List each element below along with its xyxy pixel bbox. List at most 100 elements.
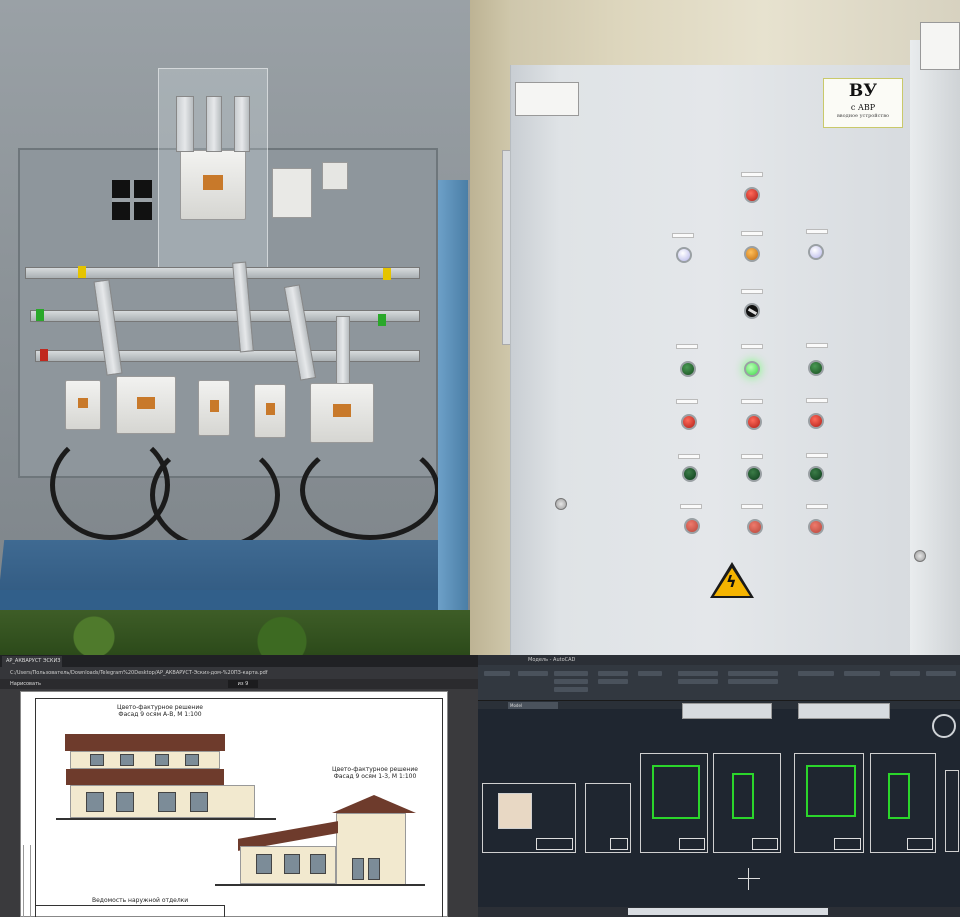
viewcube-icon[interactable]	[932, 714, 956, 738]
phase-marker	[40, 349, 48, 361]
ribbon-button[interactable]	[728, 679, 778, 684]
cad-ribbon	[478, 665, 960, 701]
ribbon-button[interactable]	[926, 671, 956, 676]
lamp-label	[741, 344, 763, 349]
finish-table-title: Ведомость наружной отделки	[92, 897, 189, 904]
circuit-breaker	[198, 380, 230, 436]
ribbon-button[interactable]	[728, 671, 778, 676]
browser-tab[interactable]: АР_АКВАРУСТ ЭСКИЗ ДОМА.pdf	[2, 656, 62, 667]
crosshair-cursor	[748, 868, 749, 890]
indicator-lamp-green	[808, 360, 824, 376]
ribbon-button[interactable]	[554, 679, 588, 684]
indicator-lamp-red	[808, 413, 824, 429]
crosshair-cursor	[738, 878, 760, 879]
stamp-border	[30, 845, 31, 917]
window	[256, 854, 272, 874]
lamp-label	[672, 233, 694, 238]
ribbon-button[interactable]	[598, 679, 628, 684]
closed-cabinet-photo: ВУ с АВР вводное устройство ϟ	[470, 0, 960, 655]
indicator-lamp-red	[681, 414, 697, 430]
indicator-lamp-white	[676, 247, 692, 263]
copper-strap	[336, 316, 350, 386]
circuit-breaker	[254, 384, 286, 438]
sheet-thumbnail	[498, 793, 532, 829]
ribbon-button[interactable]	[484, 671, 510, 676]
floating-palette[interactable]	[798, 703, 890, 719]
lamp-label	[806, 504, 828, 509]
ventilation-grille	[112, 180, 152, 220]
copper-strap	[234, 96, 250, 152]
ribbon-button[interactable]	[798, 671, 834, 676]
floor-plan	[732, 773, 754, 819]
pdf-toolbar: Нарисовать из 9	[0, 679, 478, 689]
ribbon-button[interactable]	[598, 671, 628, 676]
drawing-subtitle-1-text: Фасад 9 осям А-В, М 1:100	[118, 711, 202, 718]
window	[90, 754, 104, 766]
lamp-label	[676, 344, 698, 349]
page-indicator[interactable]: из 9	[228, 680, 258, 688]
draw-tool-label[interactable]: Нарисовать	[10, 681, 41, 687]
lamp-label	[806, 229, 828, 234]
window	[284, 854, 300, 874]
floating-palette[interactable]	[682, 703, 772, 719]
indicator-lamp-orange	[744, 246, 760, 262]
window	[185, 754, 199, 766]
copper-strap	[176, 96, 194, 152]
lamp-label	[806, 343, 828, 348]
manufacturer-sticker	[515, 82, 579, 116]
ribbon-button[interactable]	[678, 679, 718, 684]
cabinet-label-subtitle: с АВР	[850, 103, 876, 112]
indicator-lamp-red	[746, 414, 762, 430]
window	[116, 792, 134, 812]
address-bar[interactable]: C:/Users/Пользователь/Downloads/Telegram…	[0, 667, 478, 679]
indicator-lamp-red-dim	[808, 519, 824, 535]
ribbon-button[interactable]	[518, 671, 548, 676]
ribbon-button[interactable]	[638, 671, 662, 676]
cad-file-tab[interactable]: Model	[508, 702, 558, 709]
selector-switch	[744, 303, 760, 319]
lamp-label	[676, 399, 698, 404]
phase-marker	[383, 268, 391, 280]
drawing-title-1-text: Цвето-фактурное решение	[117, 704, 203, 711]
house-roof-gable	[332, 795, 416, 813]
indicator-lamp-green-dark	[682, 466, 698, 482]
indicator-lamp-green	[680, 361, 696, 377]
small-meter	[322, 162, 348, 190]
circuit-breaker	[116, 376, 176, 434]
lamp-label	[741, 454, 763, 459]
drawing-title-2-text: Цвето-фактурное решение	[332, 766, 418, 773]
ground-line	[215, 884, 425, 886]
circuit-breaker	[310, 383, 374, 443]
indicator-lamp-green-lit	[744, 361, 760, 377]
window	[155, 754, 169, 766]
browser-tab-bar: АР_АКВАРУСТ ЭСКИЗ ДОМА.pdf	[0, 655, 478, 667]
cad-command-line	[478, 907, 960, 917]
lamp-label	[806, 453, 828, 458]
indicator-lamp-red	[744, 187, 760, 203]
circuit-breaker	[65, 380, 101, 430]
ribbon-button[interactable]	[678, 671, 718, 676]
indicator-lamp-red-dim	[684, 518, 700, 534]
window	[120, 754, 134, 766]
phase-marker	[78, 266, 86, 278]
window	[158, 792, 176, 812]
window	[86, 792, 104, 812]
door-lock	[914, 550, 926, 562]
ribbon-button[interactable]	[844, 671, 880, 676]
photo-collage: ВУ с АВР вводное устройство ϟ АР_АКВАРУС…	[0, 0, 960, 917]
manufacturer-sticker	[920, 22, 960, 70]
lamp-label	[806, 398, 828, 403]
cabinet-label-note: вводное устройство	[836, 113, 890, 119]
command-input[interactable]	[628, 908, 828, 915]
ribbon-button[interactable]	[554, 671, 588, 676]
phase-marker	[36, 309, 44, 321]
finish-table	[35, 905, 225, 917]
drawing-title-1: Цвето-фактурное решение Фасад 9 осям А-В…	[100, 704, 220, 718]
lightning-bolt-icon: ϟ	[726, 572, 737, 591]
floor-plan	[652, 765, 700, 819]
drawing-sheet	[585, 783, 631, 853]
ribbon-button[interactable]	[554, 687, 588, 692]
ribbon-button[interactable]	[890, 671, 920, 676]
lamp-label	[741, 172, 763, 177]
window	[310, 854, 326, 874]
